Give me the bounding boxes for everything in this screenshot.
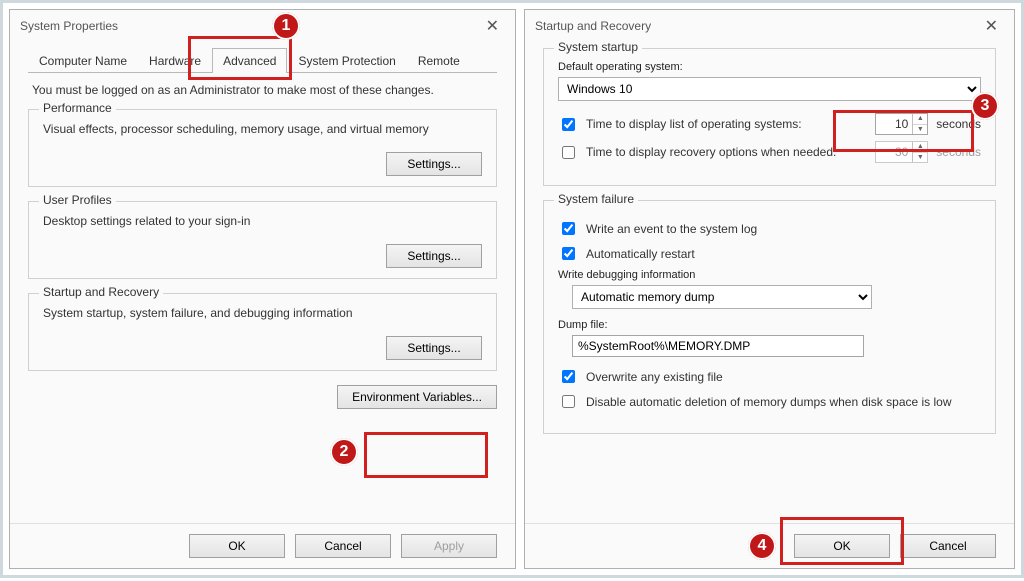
- group-legend: User Profiles: [39, 193, 116, 207]
- dialog-button-row: OK Cancel Apply: [10, 523, 515, 568]
- tab-computer-name[interactable]: Computer Name: [28, 48, 138, 73]
- group-performance: Performance Visual effects, processor sc…: [28, 109, 497, 187]
- default-os-select[interactable]: Windows 10: [558, 77, 981, 101]
- apply-button[interactable]: Apply: [401, 534, 497, 558]
- group-system-failure: System failure Write an event to the sys…: [543, 200, 996, 434]
- dialog-button-row: OK Cancel 4: [525, 523, 1014, 568]
- chk-time-recovery[interactable]: [562, 146, 575, 159]
- time-recovery-spinner: ▲▼: [875, 141, 928, 163]
- debug-info-select[interactable]: Automatic memory dump: [572, 285, 872, 309]
- spinner-down-icon[interactable]: ▼: [913, 125, 927, 135]
- close-icon[interactable]: ✕: [480, 16, 505, 36]
- seconds-label: seconds: [936, 117, 981, 131]
- callout-box-2: [364, 432, 488, 478]
- chk-time-list[interactable]: [562, 118, 575, 131]
- callout-badge-4: 4: [748, 532, 776, 560]
- group-system-startup: System startup Default operating system:…: [543, 48, 996, 186]
- chk-time-list-label: Time to display list of operating system…: [586, 117, 867, 131]
- chk-auto-restart-label: Automatically restart: [586, 247, 695, 261]
- time-recovery-value: [876, 142, 912, 162]
- chk-overwrite-label: Overwrite any existing file: [586, 370, 723, 384]
- tabs: Computer Name Hardware Advanced System P…: [28, 48, 497, 73]
- group-desc: Visual effects, processor scheduling, me…: [43, 122, 482, 136]
- ok-button[interactable]: OK: [189, 534, 285, 558]
- chk-disable-delete-label: Disable automatic deletion of memory dum…: [586, 395, 952, 409]
- dump-file-input[interactable]: [572, 335, 864, 357]
- group-legend: System failure: [554, 192, 638, 206]
- group-legend: Startup and Recovery: [39, 285, 163, 299]
- startup-settings-button[interactable]: Settings...: [386, 336, 482, 360]
- window-title: System Properties: [20, 19, 118, 33]
- ok-button[interactable]: OK: [794, 534, 890, 558]
- titlebar: Startup and Recovery ✕: [525, 10, 1014, 42]
- group-desc: Desktop settings related to your sign-in: [43, 214, 482, 228]
- chk-auto-restart[interactable]: [562, 247, 575, 260]
- tab-hardware[interactable]: Hardware: [138, 48, 212, 73]
- tab-remote[interactable]: Remote: [407, 48, 471, 73]
- startup-recovery-window: Startup and Recovery ✕ System startup De…: [524, 9, 1015, 569]
- profiles-settings-button[interactable]: Settings...: [386, 244, 482, 268]
- chk-overwrite[interactable]: [562, 370, 575, 383]
- group-user-profiles: User Profiles Desktop settings related t…: [28, 201, 497, 279]
- tab-advanced[interactable]: Advanced: [212, 48, 287, 73]
- chk-disable-delete[interactable]: [562, 395, 575, 408]
- chk-write-event[interactable]: [562, 222, 575, 235]
- spinner-down-icon: ▼: [913, 153, 927, 163]
- dump-file-label: Dump file:: [558, 319, 981, 331]
- system-properties-window: System Properties ✕ Computer Name Hardwa…: [9, 9, 516, 569]
- cancel-button[interactable]: Cancel: [295, 534, 391, 558]
- default-os-label: Default operating system:: [558, 61, 981, 73]
- window-title: Startup and Recovery: [535, 19, 651, 33]
- write-debug-label: Write debugging information: [558, 269, 981, 281]
- group-legend: System startup: [554, 40, 642, 54]
- spinner-up-icon: ▲: [913, 142, 927, 153]
- chk-write-event-label: Write an event to the system log: [586, 222, 757, 236]
- group-startup-recovery: Startup and Recovery System startup, sys…: [28, 293, 497, 371]
- time-list-value[interactable]: [876, 114, 912, 134]
- group-legend: Performance: [39, 101, 116, 115]
- seconds-label: seconds: [936, 145, 981, 159]
- time-list-spinner[interactable]: ▲▼: [875, 113, 928, 135]
- cancel-button[interactable]: Cancel: [900, 534, 996, 558]
- chk-time-recovery-label: Time to display recovery options when ne…: [586, 145, 867, 159]
- performance-settings-button[interactable]: Settings...: [386, 152, 482, 176]
- close-icon[interactable]: ✕: [979, 16, 1004, 36]
- group-desc: System startup, system failure, and debu…: [43, 306, 482, 320]
- tab-system-protection[interactable]: System Protection: [287, 48, 406, 73]
- titlebar: System Properties ✕: [10, 10, 515, 42]
- admin-notice: You must be logged on as an Administrato…: [32, 83, 493, 97]
- callout-badge-2: 2: [330, 438, 358, 466]
- spinner-up-icon[interactable]: ▲: [913, 114, 927, 125]
- env-variables-button[interactable]: Environment Variables...: [337, 385, 497, 409]
